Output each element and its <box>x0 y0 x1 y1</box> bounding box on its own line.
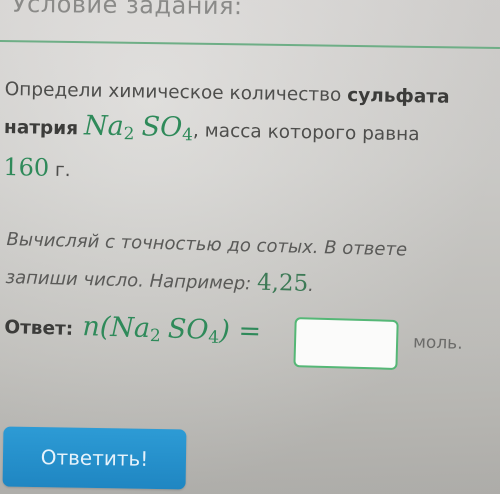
formula-sub-4: 4 <box>181 125 194 146</box>
answer-so: SO <box>167 313 209 346</box>
hint-line2-prefix: запиши число. Например: <box>5 266 252 295</box>
rounding-hint: Вычисляй с точностью до сотых. В ответе … <box>5 222 407 306</box>
task-statement: Определи химическое количество сульфата … <box>3 72 500 196</box>
task-prefix: Определи химическое количество <box>4 78 342 106</box>
formula-sub-2: 2 <box>123 124 135 145</box>
mass-unit: г. <box>54 159 71 182</box>
answer-na: Na <box>109 311 151 345</box>
section-title: Условие задания: <box>11 0 243 21</box>
section-divider <box>0 40 500 49</box>
answer-unit: моль. <box>412 332 463 354</box>
hint-example-value: 4,25 <box>256 269 309 297</box>
task-line2-suffix: , масса которого равна <box>192 120 420 146</box>
answer-close-equals: ) = <box>218 315 262 348</box>
formula-so: SO <box>141 111 183 144</box>
task-line-2: натрия Na2 SO4, масса которого равна <box>4 107 500 159</box>
mass-value: 160 <box>3 152 50 182</box>
answer-row: Ответ: n(Na2 SO4) = моль. <box>3 305 496 379</box>
answer-label: Ответ: <box>4 316 74 340</box>
formula-na: Na <box>83 110 125 143</box>
hint-line2-suffix: . <box>307 274 315 297</box>
answer-sub-2: 2 <box>149 326 161 347</box>
answer-n: n( <box>81 311 111 343</box>
task-line-3: 160 г. <box>3 150 499 196</box>
answer-sub-4: 4 <box>208 327 220 348</box>
task-formula: Na2 SO4 <box>83 110 194 146</box>
submit-button[interactable]: Ответить! <box>2 426 187 490</box>
task-substance: сульфата <box>347 84 450 108</box>
answer-formula-expression: n(Na2 SO4) = <box>81 311 262 348</box>
task-screen: Условие задания: Определи химическое кол… <box>0 0 500 494</box>
answer-formula: n(Na2 SO4) = <box>82 311 262 349</box>
task-substance-word: натрия <box>3 116 79 140</box>
answer-input[interactable] <box>293 317 399 370</box>
